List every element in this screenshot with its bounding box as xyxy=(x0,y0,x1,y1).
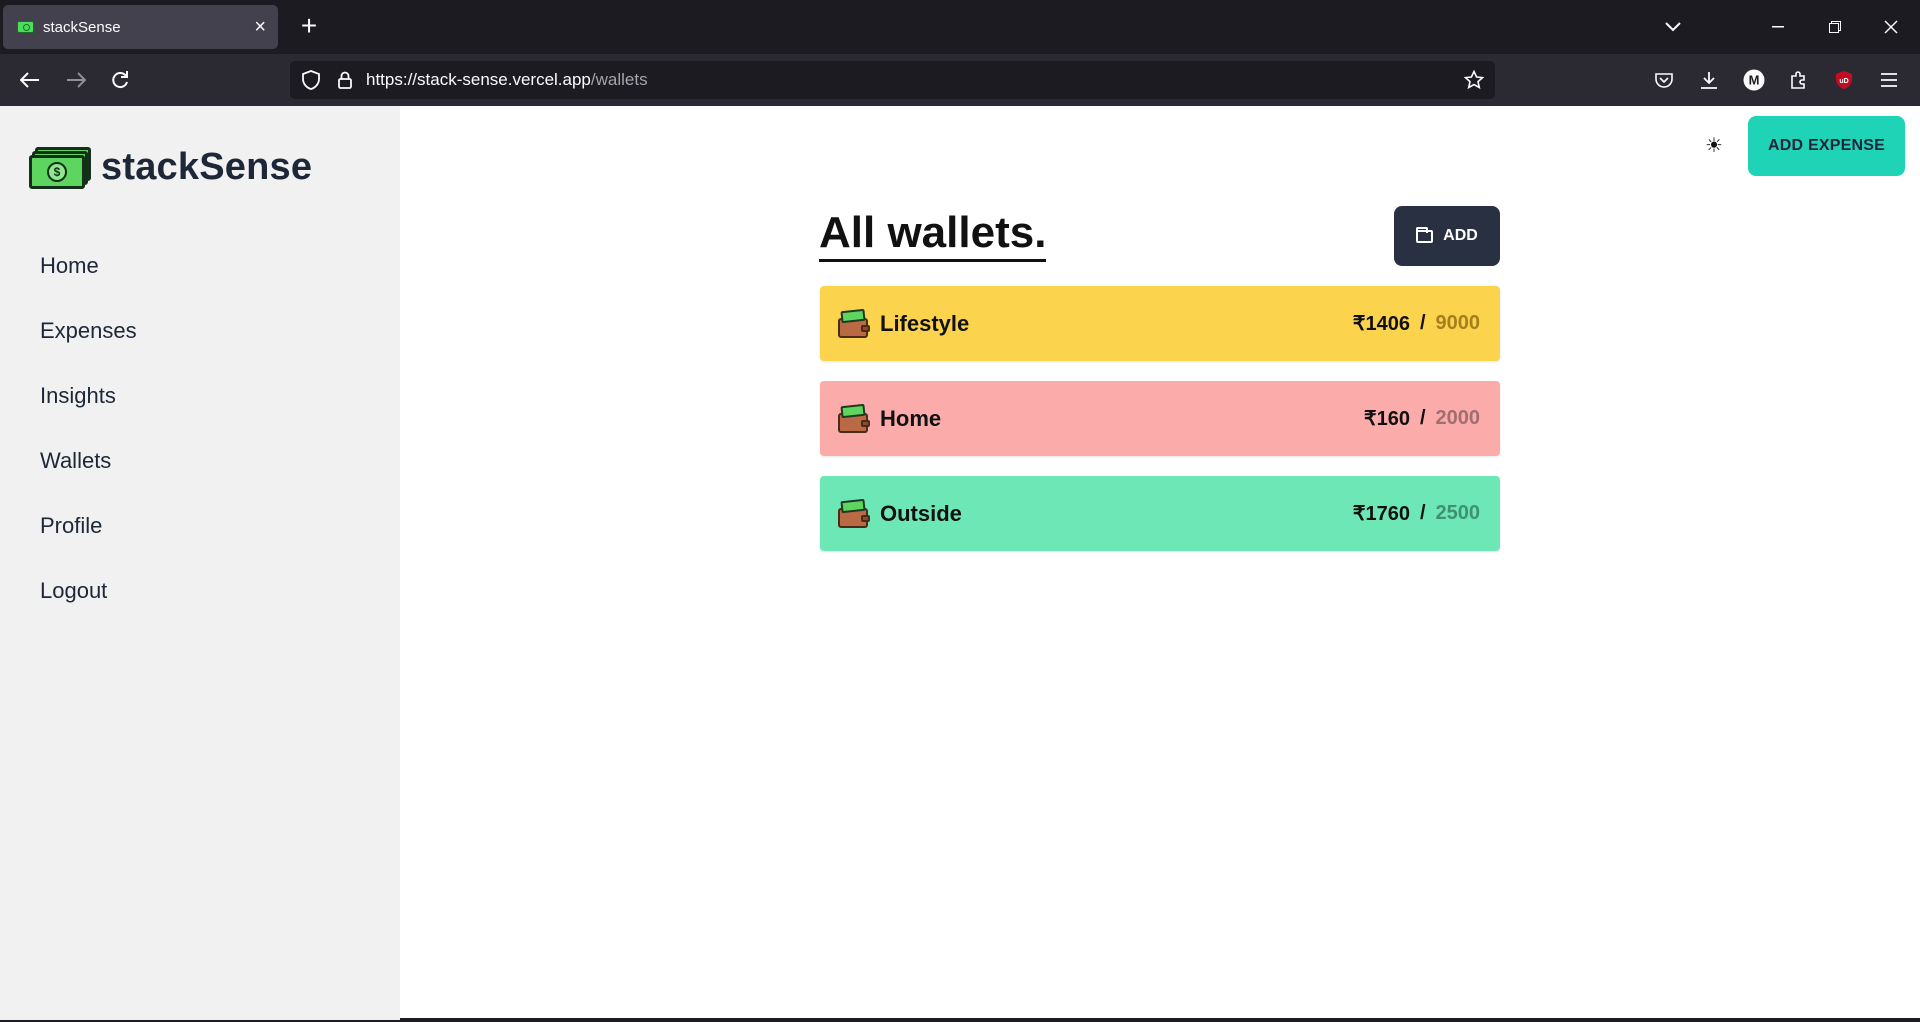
add-wallet-label: ADD xyxy=(1443,227,1478,244)
tab-title: stackSense xyxy=(43,18,121,36)
close-window-icon[interactable] xyxy=(1876,13,1906,41)
add-wallet-button[interactable]: ADD xyxy=(1394,206,1500,266)
browser-tab-strip: stackSense × + xyxy=(0,0,1920,54)
wallet-separator: / xyxy=(1419,312,1426,334)
pocket-icon[interactable] xyxy=(1650,66,1678,94)
add-expense-button[interactable]: ADD EXPENSE xyxy=(1748,116,1905,176)
folder-icon xyxy=(1416,226,1434,243)
lock-icon[interactable] xyxy=(334,69,356,91)
sidebar-item-logout[interactable]: Logout xyxy=(40,577,137,642)
wallet-separator: / xyxy=(1419,502,1426,524)
forward-arrow-icon[interactable] xyxy=(60,64,92,96)
brand-name: stackSense xyxy=(101,146,313,188)
wallet-budget: 9000 xyxy=(1435,312,1481,334)
wallet-icon xyxy=(838,403,870,433)
minimize-window-icon[interactable] xyxy=(1763,13,1793,41)
wallet-name: Lifestyle xyxy=(880,310,970,336)
sidebar-item-insights[interactable]: Insights xyxy=(40,382,137,447)
back-arrow-icon[interactable] xyxy=(14,64,46,96)
wallet-spent: ₹1406 xyxy=(1352,313,1410,335)
svg-text:M: M xyxy=(1749,73,1760,88)
close-tab-icon[interactable]: × xyxy=(254,17,266,37)
wallet-icon xyxy=(838,308,870,338)
sun-icon[interactable]: ☀ xyxy=(1702,133,1726,157)
money-favicon-icon xyxy=(17,21,34,33)
ublock-shield-icon[interactable]: uD xyxy=(1830,66,1858,94)
svg-text:uD: uD xyxy=(1839,78,1848,85)
app-root: $ stackSense Home Expenses Insights Wall… xyxy=(0,106,1920,1020)
list-tabs-icon[interactable] xyxy=(1658,13,1688,41)
extensions-puzzle-icon[interactable] xyxy=(1785,66,1813,94)
wallet-card[interactable]: Home ₹160 / 2000 xyxy=(820,381,1500,456)
address-bar[interactable]: https://stack-sense.vercel.app/wallets xyxy=(290,61,1495,99)
wallet-spent: ₹1760 xyxy=(1352,503,1410,525)
bookmark-star-icon[interactable] xyxy=(1463,69,1485,91)
wallet-name: Outside xyxy=(880,500,962,526)
wallet-icon xyxy=(838,498,870,528)
reload-icon[interactable] xyxy=(104,64,136,96)
restore-window-icon[interactable] xyxy=(1820,13,1850,41)
shield-icon[interactable] xyxy=(300,69,322,91)
wallet-name: Home xyxy=(880,405,942,431)
money-stack-logo-icon: $ xyxy=(29,146,91,189)
browser-tab[interactable]: stackSense × xyxy=(3,5,278,49)
sidebar-item-profile[interactable]: Profile xyxy=(40,512,137,577)
sidebar-item-wallets[interactable]: Wallets xyxy=(40,447,137,512)
new-tab-button[interactable]: + xyxy=(294,11,324,41)
wallet-card[interactable]: Lifestyle ₹1406 / 9000 xyxy=(820,286,1500,361)
wallet-budget: 2500 xyxy=(1435,502,1481,524)
sidebar-nav: Home Expenses Insights Wallets Profile L… xyxy=(40,252,137,642)
wallet-budget: 2000 xyxy=(1435,407,1481,429)
sidebar-item-expenses[interactable]: Expenses xyxy=(40,317,137,382)
sidebar: $ stackSense Home Expenses Insights Wall… xyxy=(0,106,400,1020)
page-title: All wallets. xyxy=(819,209,1047,262)
wallet-spent: ₹160 xyxy=(1363,408,1410,430)
browser-toolbar: https://stack-sense.vercel.app/wallets M… xyxy=(0,54,1920,106)
url-text[interactable]: https://stack-sense.vercel.app/wallets xyxy=(366,70,648,90)
wallet-card[interactable]: Outside ₹1760 / 2500 xyxy=(820,476,1500,551)
sidebar-item-home[interactable]: Home xyxy=(40,252,137,317)
hamburger-menu-icon[interactable] xyxy=(1875,66,1903,94)
brand[interactable]: $ stackSense xyxy=(29,146,312,189)
account-m-icon[interactable]: M xyxy=(1740,66,1768,94)
download-icon[interactable] xyxy=(1695,66,1723,94)
wallet-separator: / xyxy=(1419,407,1426,429)
